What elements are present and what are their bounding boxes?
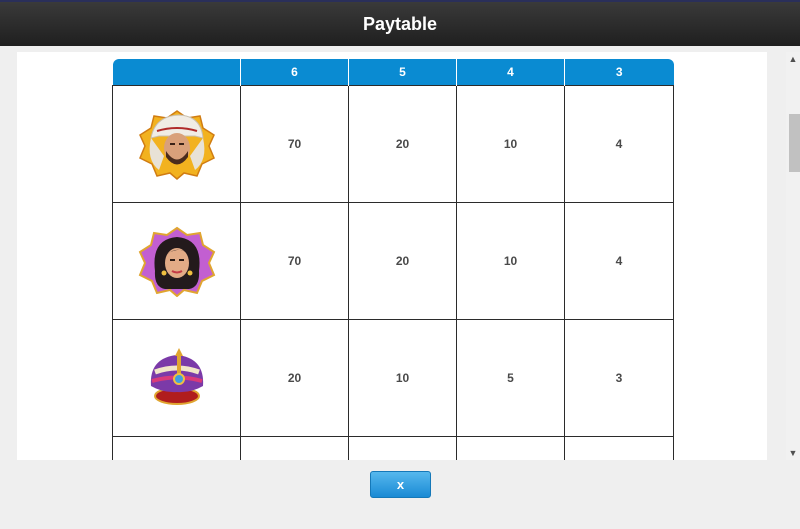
table-row: 70 20 10 4 — [112, 85, 674, 203]
paytable-panel: 6 5 4 3 70 20 10 4 70 20 10 4 20 10 5 3 — [17, 52, 767, 460]
payout-cell — [564, 436, 674, 460]
payout-cell: 10 — [348, 319, 457, 437]
payout-cell: 10 — [456, 85, 565, 203]
payout-cell: 4 — [564, 202, 674, 320]
table-row: 20 10 5 3 — [112, 319, 674, 437]
princess-symbol-icon — [138, 226, 215, 297]
payout-cell — [456, 436, 565, 460]
payout-cell — [240, 436, 349, 460]
payout-cell: 4 — [564, 85, 674, 203]
payout-cell: 70 — [240, 85, 349, 203]
sheikh-symbol-icon — [138, 110, 215, 180]
scroll-thumb[interactable] — [789, 114, 800, 172]
paytable-header-row: 6 5 4 3 — [112, 59, 674, 86]
scroll-up-arrow-icon[interactable]: ▲ — [786, 52, 800, 66]
header-bar: Paytable — [0, 0, 800, 46]
payout-cell: 3 — [564, 319, 674, 437]
payout-cell: 20 — [348, 202, 457, 320]
symbol-cell — [112, 202, 241, 320]
column-header-5: 5 — [348, 59, 457, 86]
column-header-6: 6 — [240, 59, 349, 86]
page-title: Paytable — [362, 13, 438, 34]
column-header-3: 3 — [564, 59, 674, 86]
table-row: 70 20 10 4 — [112, 202, 674, 320]
turban-symbol-icon — [150, 348, 203, 405]
vertical-scrollbar[interactable]: ▲ ▼ — [786, 52, 800, 460]
payout-cell: 20 — [240, 319, 349, 437]
column-header-symbol — [112, 59, 241, 86]
payout-cell: 5 — [456, 319, 565, 437]
payout-cell — [348, 436, 457, 460]
scroll-down-arrow-icon[interactable]: ▼ — [786, 446, 800, 460]
symbol-cell — [112, 85, 241, 203]
payout-cell: 20 — [348, 85, 457, 203]
payout-cell: 10 — [456, 202, 565, 320]
column-header-4: 4 — [456, 59, 565, 86]
payout-cell: 70 — [240, 202, 349, 320]
symbol-cell — [112, 319, 241, 437]
table-row — [112, 436, 674, 460]
paytable-table: 6 5 4 3 70 20 10 4 70 20 10 4 20 10 5 3 — [112, 59, 674, 460]
symbol-cell — [112, 436, 241, 460]
close-button[interactable]: x — [370, 471, 431, 498]
